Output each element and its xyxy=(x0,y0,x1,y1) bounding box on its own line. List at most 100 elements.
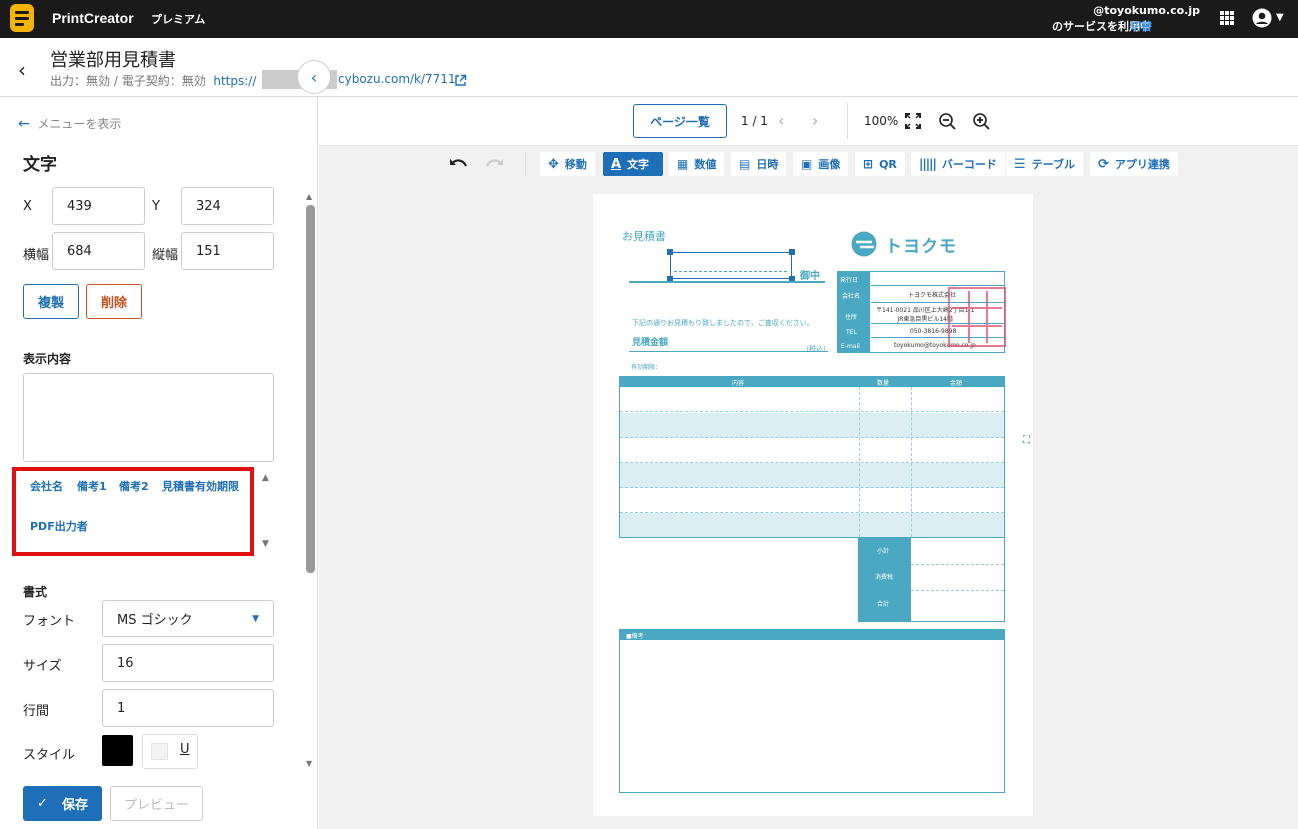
fit-screen-icon[interactable] xyxy=(905,113,921,129)
items-table: 内容 数量 金額 xyxy=(619,376,1005,538)
apps-grid-icon[interactable] xyxy=(1220,11,1234,25)
calculator-icon: ▦ xyxy=(677,157,689,171)
info-label-tel: TEL xyxy=(846,329,857,336)
section-title: 文字 xyxy=(23,155,57,175)
underline-toggle[interactable]: U xyxy=(180,742,190,757)
table-row xyxy=(620,438,1004,463)
user-menu-caret-icon[interactable]: ▼ xyxy=(1276,12,1284,23)
field-tag-pdf-creator[interactable]: PDF出力者 xyxy=(30,518,88,534)
tool-datetime[interactable]: ▤ 日時 xyxy=(731,152,787,176)
panel-scrollbar-thumb[interactable] xyxy=(306,205,315,573)
font-select[interactable]: MS ゴシック ▼ xyxy=(102,600,274,637)
page-header: ‹ 営業部用見積書 出力：無効 / 電子契約：無効 https:// cyboz… xyxy=(0,38,1298,97)
recipient-underline xyxy=(629,281,825,283)
notes-label: ■備考 xyxy=(626,633,644,640)
zoom-level: 100% xyxy=(864,114,899,128)
tool-qr-label: QR xyxy=(879,157,897,171)
tool-text-label: 文字 xyxy=(627,158,650,171)
stamp-stroke xyxy=(952,307,1002,309)
tool-barcode-label: バーコード xyxy=(941,158,997,171)
size-input[interactable]: 16 xyxy=(102,644,274,682)
page-resize-icon[interactable]: ⛶ xyxy=(1023,435,1030,446)
app-url-prefix[interactable]: https:// xyxy=(213,74,256,88)
height-label: 縦幅 xyxy=(152,248,179,263)
tool-move-label: 移動 xyxy=(564,158,587,171)
field-tag-valid-until[interactable]: 見積書有効期限 xyxy=(162,478,239,494)
line-height-input[interactable]: 1 xyxy=(102,689,274,727)
tool-move[interactable]: ✥ 移動 xyxy=(540,152,595,176)
color-swatch[interactable] xyxy=(102,735,133,766)
tool-text[interactable]: A 文字 xyxy=(603,152,663,176)
panel-scroll-down-icon[interactable]: ▼ xyxy=(306,759,312,768)
save-button[interactable]: ✓ 保存 xyxy=(23,786,102,821)
font-select-value: MS ゴシック xyxy=(117,613,193,628)
external-link-icon[interactable] xyxy=(454,74,467,87)
account-email: @toyokumo.co.jp xyxy=(1093,4,1200,17)
content-textarea[interactable] xyxy=(23,373,274,462)
check-icon: ✓ xyxy=(37,796,48,811)
y-input[interactable]: 324 xyxy=(181,187,274,225)
tool-qr[interactable]: ⊞ QR xyxy=(855,152,905,176)
bold-toggle[interactable] xyxy=(151,743,168,760)
tool-table-label: テーブル xyxy=(1031,158,1075,171)
image-icon: ▣ xyxy=(801,157,813,171)
tool-number[interactable]: ▦ 数値 xyxy=(669,152,725,176)
contract-value: 無効 xyxy=(181,74,206,88)
items-header xyxy=(620,377,1004,387)
next-page-icon[interactable]: › xyxy=(812,111,818,130)
stamp-stroke xyxy=(986,291,988,343)
header-amount: 金額 xyxy=(950,380,963,387)
back-arrow-icon[interactable]: ‹ xyxy=(18,58,26,82)
show-menu-link[interactable]: ← メニューを表示 xyxy=(18,115,121,132)
column-divider xyxy=(911,387,912,537)
amount-underline xyxy=(629,351,828,352)
prev-page-icon[interactable]: ‹ xyxy=(778,111,784,130)
toolbar-divider xyxy=(847,103,848,139)
move-icon: ✥ xyxy=(548,156,559,172)
tool-image[interactable]: ▣ 画像 xyxy=(793,152,849,176)
stamp-stroke xyxy=(952,325,1002,327)
collapse-panel-button[interactable]: ‹ xyxy=(297,60,331,94)
resize-handle-nw[interactable] xyxy=(667,249,673,255)
company-logo-text: トヨクモ xyxy=(885,237,957,257)
field-tag-company[interactable]: 会社名 xyxy=(30,478,63,494)
resize-handle-ne[interactable] xyxy=(789,249,795,255)
redo-icon[interactable] xyxy=(484,156,504,172)
valid-until-label: 有効期限： xyxy=(631,364,662,371)
tags-scroll-down-icon[interactable]: ▼ xyxy=(262,539,269,549)
undo-icon[interactable] xyxy=(449,156,469,172)
dropdown-caret-icon: ▼ xyxy=(252,613,259,624)
status-separator: / xyxy=(110,74,122,88)
tax-note: （税込） xyxy=(802,345,830,353)
switch-service-link[interactable]: 切替 xyxy=(1130,18,1152,34)
app-url-link[interactable]: cybozu.com/k/7711 xyxy=(338,72,456,86)
page-indicator: 1 / 1 xyxy=(741,114,768,128)
width-input[interactable]: 684 xyxy=(52,232,145,270)
page-list-button[interactable]: ページ一覧 xyxy=(633,104,727,138)
field-tag-note2[interactable]: 備考2 xyxy=(119,478,149,494)
tags-scroll-up-icon[interactable]: ▲ xyxy=(262,473,269,483)
zoom-in-icon[interactable] xyxy=(972,112,991,131)
tool-datetime-label: 日時 xyxy=(756,158,779,171)
selected-text-element[interactable] xyxy=(670,252,792,279)
zoom-out-icon[interactable] xyxy=(938,112,957,131)
x-input[interactable]: 439 xyxy=(52,187,145,225)
user-account-icon[interactable] xyxy=(1252,8,1272,28)
field-tags-list: 会社名 備考1 備考2 見積書有効期限 PDF出力者 xyxy=(12,467,254,556)
content-label: 表示内容 xyxy=(23,352,72,366)
tool-barcode[interactable]: ||||| バーコード xyxy=(911,152,1005,176)
size-label: サイズ xyxy=(23,659,62,674)
total-label-subtotal: 小計 xyxy=(877,548,890,555)
preview-button[interactable]: プレビュー xyxy=(110,786,203,821)
field-tag-note1[interactable]: 備考1 xyxy=(77,478,107,494)
duplicate-button[interactable]: 複製 xyxy=(23,284,79,319)
tool-app-link[interactable]: ⟳ アプリ連携 xyxy=(1090,152,1178,176)
show-menu-label: メニューを表示 xyxy=(37,117,122,131)
total-label-tax: 消費税 xyxy=(875,574,894,581)
plan-badge: プレミアム xyxy=(151,13,206,26)
tool-table[interactable]: ☰ テーブル xyxy=(1006,152,1083,176)
totals-row-line xyxy=(911,564,1004,565)
panel-scroll-up-icon[interactable]: ▲ xyxy=(306,192,312,201)
delete-button[interactable]: 削除 xyxy=(86,284,142,319)
height-input[interactable]: 151 xyxy=(181,232,274,270)
